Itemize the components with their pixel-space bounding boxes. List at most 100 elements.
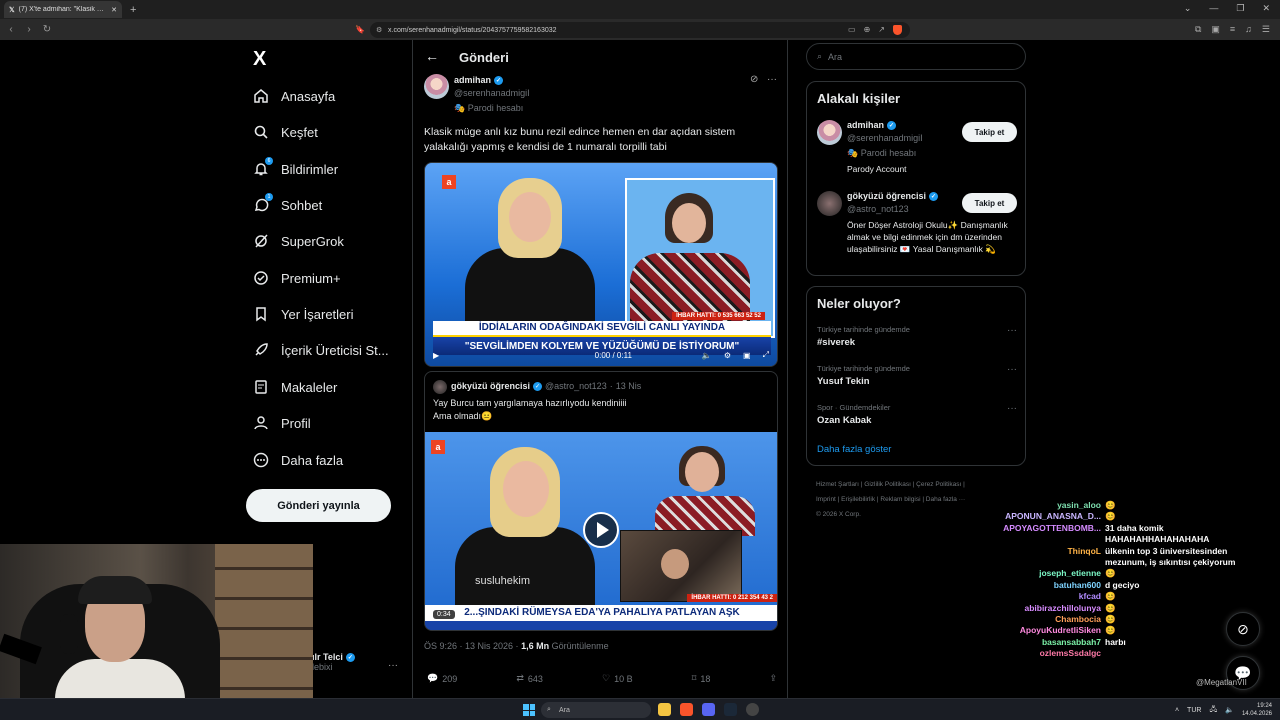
follow-button[interactable]: Takip et	[962, 122, 1017, 142]
discord-icon[interactable]	[702, 703, 715, 716]
cast-icon[interactable]: ▭	[848, 25, 856, 35]
nav-supergrok[interactable]: SuperGrok	[253, 230, 344, 252]
like-button[interactable]: ♡ 10 B	[602, 673, 633, 684]
post-timestamp[interactable]: ÖS 9:26 · 13 Nis 2026 ·	[424, 641, 521, 651]
browser-tab[interactable]: 𝕏 (7) X'te admihan: "Klasik müge... ✕	[4, 1, 122, 18]
author-name[interactable]: admihan ✓	[454, 75, 504, 85]
settings-icon[interactable]: ⚙	[724, 351, 731, 360]
quoted-post[interactable]: gökyüzü öğrencisi ✓ @astro_not123 · 13 N…	[424, 371, 778, 631]
extensions-icon[interactable]: ⧉	[1195, 24, 1201, 35]
pip-icon[interactable]: ▣	[743, 351, 751, 360]
file-explorer-icon[interactable]	[658, 703, 671, 716]
quote-avatar[interactable]	[433, 380, 447, 394]
browser-menu-icon[interactable]: ☰	[1262, 24, 1270, 35]
network-icon[interactable]: 🖧	[1209, 705, 1217, 716]
play-button[interactable]	[583, 512, 619, 548]
video-player[interactable]: a İHBAR HATTI: 0 535 663 52 52 İDDİALARI…	[424, 162, 778, 367]
x-logo-icon[interactable]: X	[253, 48, 266, 71]
trend-more-icon[interactable]: ···	[1007, 325, 1017, 336]
address-bar[interactable]: ⚙ x.com/serenhanadmigil/status/204375775…	[370, 22, 910, 38]
nav-label: Daha fazla	[281, 452, 344, 468]
nav-articles[interactable]: Makaleler	[253, 376, 337, 398]
repost-button[interactable]: ⇄ 643	[516, 673, 543, 684]
home-icon	[253, 88, 269, 104]
nav-profile[interactable]: Profil	[253, 412, 311, 434]
taskbar-search[interactable]: ⌕ Ara	[541, 702, 651, 718]
volume-icon[interactable]: 🔈	[1225, 706, 1234, 714]
forward-icon[interactable]: ›	[24, 24, 34, 35]
share-icon: ⇪	[769, 673, 777, 683]
back-icon[interactable]: ‹	[6, 24, 16, 35]
quote-author[interactable]: gökyüzü öğrencisi ✓ @astro_not123 · 13 N…	[451, 381, 641, 391]
footer-line-1[interactable]: Hizmet Şartları | Gizlilik Politikası | …	[816, 477, 1021, 492]
fullscreen-icon[interactable]: ⤢	[763, 350, 769, 360]
lang-indicator[interactable]: TUR	[1187, 707, 1201, 714]
profile-icon	[253, 415, 269, 431]
quote-video[interactable]: a susluhekim İHBAR HATTI: 0 212 354 43 2…	[425, 432, 777, 630]
tray-chevron-icon[interactable]: ˄	[1175, 707, 1179, 714]
nav-creator-studio[interactable]: İçerik Üreticisi St...	[253, 339, 389, 361]
related-handle: @astro_not123	[847, 204, 909, 214]
chat-message: ApoyuKudretliSiken 😊	[960, 625, 1260, 636]
minimize-icon[interactable]: —	[1209, 3, 1218, 14]
trend-more-icon[interactable]: ···	[1007, 403, 1017, 414]
nav-bookmarks[interactable]: Yer İşaretleri	[253, 303, 354, 325]
tab-list-icon[interactable]: ⌄	[1184, 3, 1192, 14]
related-person[interactable]: gökyüzü öğrencisi ✓ @astro_not123 Öner Dö…	[817, 191, 1017, 271]
author-handle[interactable]: @serenhanadmigiI	[454, 88, 530, 98]
headset	[60, 614, 78, 654]
nav-more[interactable]: Daha fazla	[253, 449, 343, 471]
account-more-icon[interactable]: ···	[388, 660, 398, 671]
nav-notifications[interactable]: 6 Bildirimler	[253, 157, 338, 180]
ticker-top: İDDİALARIN ODAĞINDAKİ SEVGİLİ CANLI YAYI…	[433, 321, 771, 335]
avatar[interactable]	[817, 191, 842, 216]
bookmark-button[interactable]: ⌑ 18	[692, 673, 711, 684]
share-button[interactable]: ⇪	[769, 673, 777, 684]
share-icon[interactable]: ↗	[878, 25, 885, 35]
post-button[interactable]: Gönderi yayınla	[246, 489, 391, 522]
back-arrow-icon[interactable]: ←	[425, 48, 439, 64]
menu-icon[interactable]: ≡	[1230, 24, 1235, 35]
site-info-icon[interactable]: ⚙	[376, 26, 382, 34]
author-avatar[interactable]	[424, 74, 449, 99]
reload-icon[interactable]: ↻	[42, 24, 52, 35]
trend-item[interactable]: Spor · Gündemdekiler Ozan Kabak ···	[817, 403, 1017, 426]
trend-item[interactable]: Türkiye tarihinde gündemde Yusuf Tekin ·…	[817, 364, 1017, 387]
dot-separator: ·	[609, 381, 613, 391]
grok-float-button[interactable]: ⊘	[1226, 612, 1260, 646]
more-options-icon[interactable]: ···	[767, 74, 777, 85]
reply-button[interactable]: 💬 209	[427, 673, 457, 684]
inset-photo	[620, 530, 742, 602]
follow-button[interactable]: Takip et	[962, 193, 1017, 213]
brave-shield-icon[interactable]	[893, 25, 902, 35]
close-tab-icon[interactable]: ✕	[111, 6, 117, 14]
related-person[interactable]: admihan ✓ @serenhanadmigiI 🎭 Parodi hesab…	[817, 120, 1017, 180]
new-tab-icon[interactable]: +	[130, 4, 136, 16]
search-input[interactable]: ⌕ Ara	[806, 43, 1026, 70]
grok-icon[interactable]: ⊘	[750, 74, 758, 85]
windows-start-icon[interactable]	[523, 704, 535, 716]
show-more-link[interactable]: Daha fazla göster	[817, 444, 891, 455]
account-switcher[interactable]: ılr Telci ✓ lebixi	[312, 652, 355, 672]
maximize-icon[interactable]: ❐	[1236, 3, 1244, 14]
grok-icon: ⊘	[1237, 620, 1249, 637]
wallet-icon[interactable]: ▣	[1211, 24, 1220, 35]
media-icon[interactable]: ♫	[1245, 24, 1252, 35]
steam-icon[interactable]	[724, 703, 737, 716]
obs-icon[interactable]	[746, 703, 759, 716]
close-window-icon[interactable]: ✕	[1262, 3, 1270, 14]
zoom-icon[interactable]: ⊕	[864, 25, 871, 35]
avatar[interactable]	[817, 120, 842, 145]
nav-chat[interactable]: 1 Sohbet	[253, 193, 322, 216]
nav-premium[interactable]: Premium+	[253, 267, 341, 289]
volume-icon[interactable]: 🔈	[702, 351, 712, 360]
clock[interactable]: 19:24 14.04.2026	[1242, 702, 1272, 718]
nav-explore[interactable]: Keşfet	[253, 121, 318, 143]
ticker: 2...ŞINDAKİ RÜMEYSA EDA'YA PAHALIYA PATL…	[425, 605, 777, 621]
bookmark-page-icon[interactable]: 🔖	[355, 25, 365, 34]
nav-home[interactable]: Anasayfa	[253, 85, 335, 107]
trend-more-icon[interactable]: ···	[1007, 364, 1017, 375]
trend-item[interactable]: Türkiye tarihinde gündemde #siverek ···	[817, 325, 1017, 348]
brave-icon[interactable]	[680, 703, 693, 716]
play-icon[interactable]: ▶	[433, 351, 439, 360]
